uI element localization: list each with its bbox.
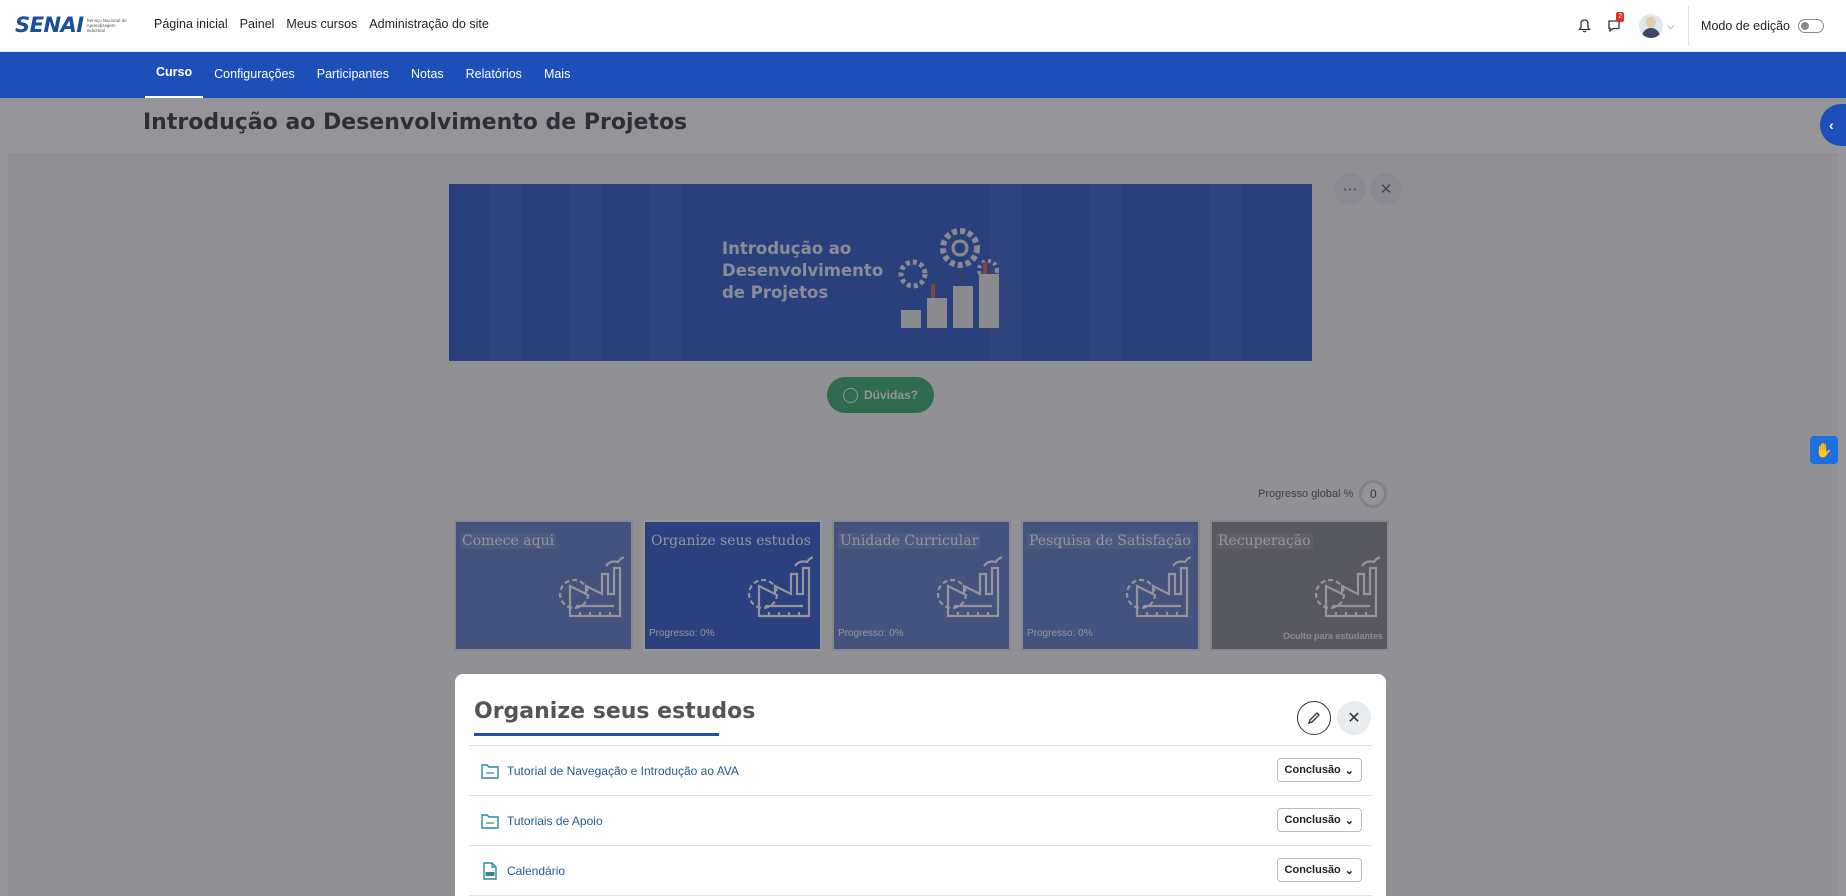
tile-progress: Progresso: 0% bbox=[649, 628, 715, 639]
global-progress-label: Progresso global % bbox=[1258, 488, 1354, 500]
factory-icon bbox=[1125, 556, 1191, 618]
help-button-label: Dúvidas? bbox=[863, 388, 918, 402]
messages-icon[interactable]: 2 bbox=[1603, 12, 1625, 37]
nav-pagina-inicial[interactable]: Página inicial bbox=[154, 17, 228, 31]
tile-title: Comece aqui bbox=[460, 533, 557, 549]
avatar[interactable] bbox=[1639, 14, 1664, 38]
more-options-icon[interactable]: ⋯ bbox=[1334, 173, 1366, 205]
list-item: Calendário Conclusão ⌄ bbox=[469, 846, 1372, 895]
tab-relatorios[interactable]: Relatórios bbox=[455, 52, 533, 98]
nav-administracao[interactable]: Administração do site bbox=[369, 17, 489, 31]
tile-title: Organize seus estudos bbox=[651, 533, 811, 549]
edit-pencil-icon[interactable] bbox=[1297, 701, 1331, 735]
activity-link[interactable]: Calendário bbox=[507, 864, 565, 878]
activity-link[interactable]: Tutoriais de Apoio bbox=[507, 814, 603, 828]
title-underline bbox=[474, 733, 719, 736]
tab-participantes[interactable]: Participantes bbox=[306, 52, 400, 98]
logo-subtext: Serviço Nacional de Aprendizagem Industr… bbox=[86, 17, 127, 33]
help-whatsapp-button[interactable]: Dúvidas? bbox=[827, 377, 934, 413]
logo-word: SENAI bbox=[15, 13, 84, 37]
nav-painel[interactable]: Painel bbox=[240, 17, 275, 31]
factory-icon bbox=[747, 556, 813, 618]
tile-unidade-curricular[interactable]: Unidade Curricular Progresso: 0% bbox=[832, 520, 1011, 651]
banner-title: Introdução ao Desenvolvimento de Projeto… bbox=[722, 239, 884, 302]
completion-label: Conclusão bbox=[1284, 764, 1341, 776]
tile-title: Pesquisa de Satisfação bbox=[1027, 533, 1193, 549]
section-tiles: Comece aqui Organize seus estudos Progre… bbox=[454, 520, 1389, 651]
page-title: Introdução ao Desenvolvimento de Projeto… bbox=[143, 110, 688, 135]
global-progress: Progresso global % 0 bbox=[1258, 480, 1388, 508]
notification-badge: 2 bbox=[1616, 12, 1625, 22]
nav-meus-cursos[interactable]: Meus cursos bbox=[286, 17, 357, 31]
chevron-down-icon: ⌄ bbox=[1344, 764, 1354, 777]
tab-mais[interactable]: Mais bbox=[533, 52, 581, 98]
top-navbar: SENAI Serviço Nacional de Aprendizagem I… bbox=[0, 0, 1846, 52]
course-nav: Curso Configurações Participantes Notas … bbox=[0, 52, 1846, 98]
section-modal: Organize seus estudos ✕ Tutorial de Nave… bbox=[455, 674, 1386, 896]
tile-organize-seus-estudos[interactable]: Organize seus estudos Progresso: 0% bbox=[643, 520, 822, 651]
completion-label: Conclusão bbox=[1284, 814, 1341, 826]
tile-pesquisa-de-satisfacao[interactable]: Pesquisa de Satisfação Progresso: 0% bbox=[1021, 520, 1200, 651]
hidden-for-students-note: Oculto para estudantes bbox=[1282, 631, 1383, 641]
tab-configuracoes[interactable]: Configurações bbox=[203, 52, 306, 98]
factory-icon bbox=[936, 556, 1002, 618]
tile-progress: Progresso: 0% bbox=[838, 628, 904, 639]
tab-notas[interactable]: Notas bbox=[400, 52, 455, 98]
chevron-down-icon: ⌄ bbox=[1344, 814, 1354, 827]
completion-dropdown[interactable]: Conclusão ⌄ bbox=[1276, 858, 1362, 882]
factory-icon bbox=[558, 556, 624, 618]
pdf-icon bbox=[483, 861, 497, 880]
completion-dropdown[interactable]: Conclusão ⌄ bbox=[1276, 808, 1362, 832]
whatsapp-icon bbox=[842, 387, 858, 403]
tile-title: Recuperação bbox=[1216, 533, 1313, 549]
folder-icon bbox=[481, 763, 499, 779]
folder-icon bbox=[481, 813, 499, 829]
list-item: Tutoriais de Apoio Conclusão ⌄ bbox=[469, 796, 1372, 845]
edit-mode-toggle[interactable] bbox=[1798, 19, 1824, 33]
completion-label: Conclusão bbox=[1284, 864, 1341, 876]
tile-comece-aqui[interactable]: Comece aqui bbox=[454, 520, 633, 651]
close-modal-icon[interactable]: ✕ bbox=[1337, 701, 1371, 735]
senai-logo[interactable]: SENAI Serviço Nacional de Aprendizagem I… bbox=[15, 13, 133, 37]
tab-curso[interactable]: Curso bbox=[145, 52, 204, 98]
global-progress-value: 0 bbox=[1359, 480, 1388, 508]
gears-illustration bbox=[898, 228, 999, 328]
factory-icon bbox=[1314, 556, 1380, 618]
tile-title: Unidade Curricular bbox=[838, 533, 981, 549]
divider bbox=[1688, 6, 1690, 46]
bell-icon[interactable] bbox=[1573, 15, 1595, 37]
modal-title: Organize seus estudos bbox=[474, 699, 756, 724]
activity-link[interactable]: Tutorial de Navegação e Introdução ao AV… bbox=[507, 764, 739, 778]
chevron-down-icon: ⌄ bbox=[1344, 864, 1354, 877]
course-banner: Introdução ao Desenvolvimento de Projeto… bbox=[449, 184, 1312, 361]
user-controls: 2 ⌵ Modo de edição bbox=[1573, 0, 1846, 52]
tile-recuperacao[interactable]: Recuperação Oculto para estudantes bbox=[1210, 520, 1389, 651]
accessibility-hands-icon[interactable]: ✋ bbox=[1810, 436, 1838, 464]
primary-nav: Página inicial Painel Meus cursos Admini… bbox=[154, 17, 489, 31]
list-item: Tutorial de Navegação e Introdução ao AV… bbox=[469, 746, 1372, 795]
chevron-down-icon[interactable]: ⌵ bbox=[1667, 21, 1674, 32]
tile-progress: Progresso: 0% bbox=[1027, 628, 1093, 639]
close-banner-icon[interactable]: ✕ bbox=[1370, 173, 1402, 205]
completion-dropdown[interactable]: Conclusão ⌄ bbox=[1276, 758, 1362, 782]
edit-mode-label: Modo de edição bbox=[1701, 19, 1790, 33]
